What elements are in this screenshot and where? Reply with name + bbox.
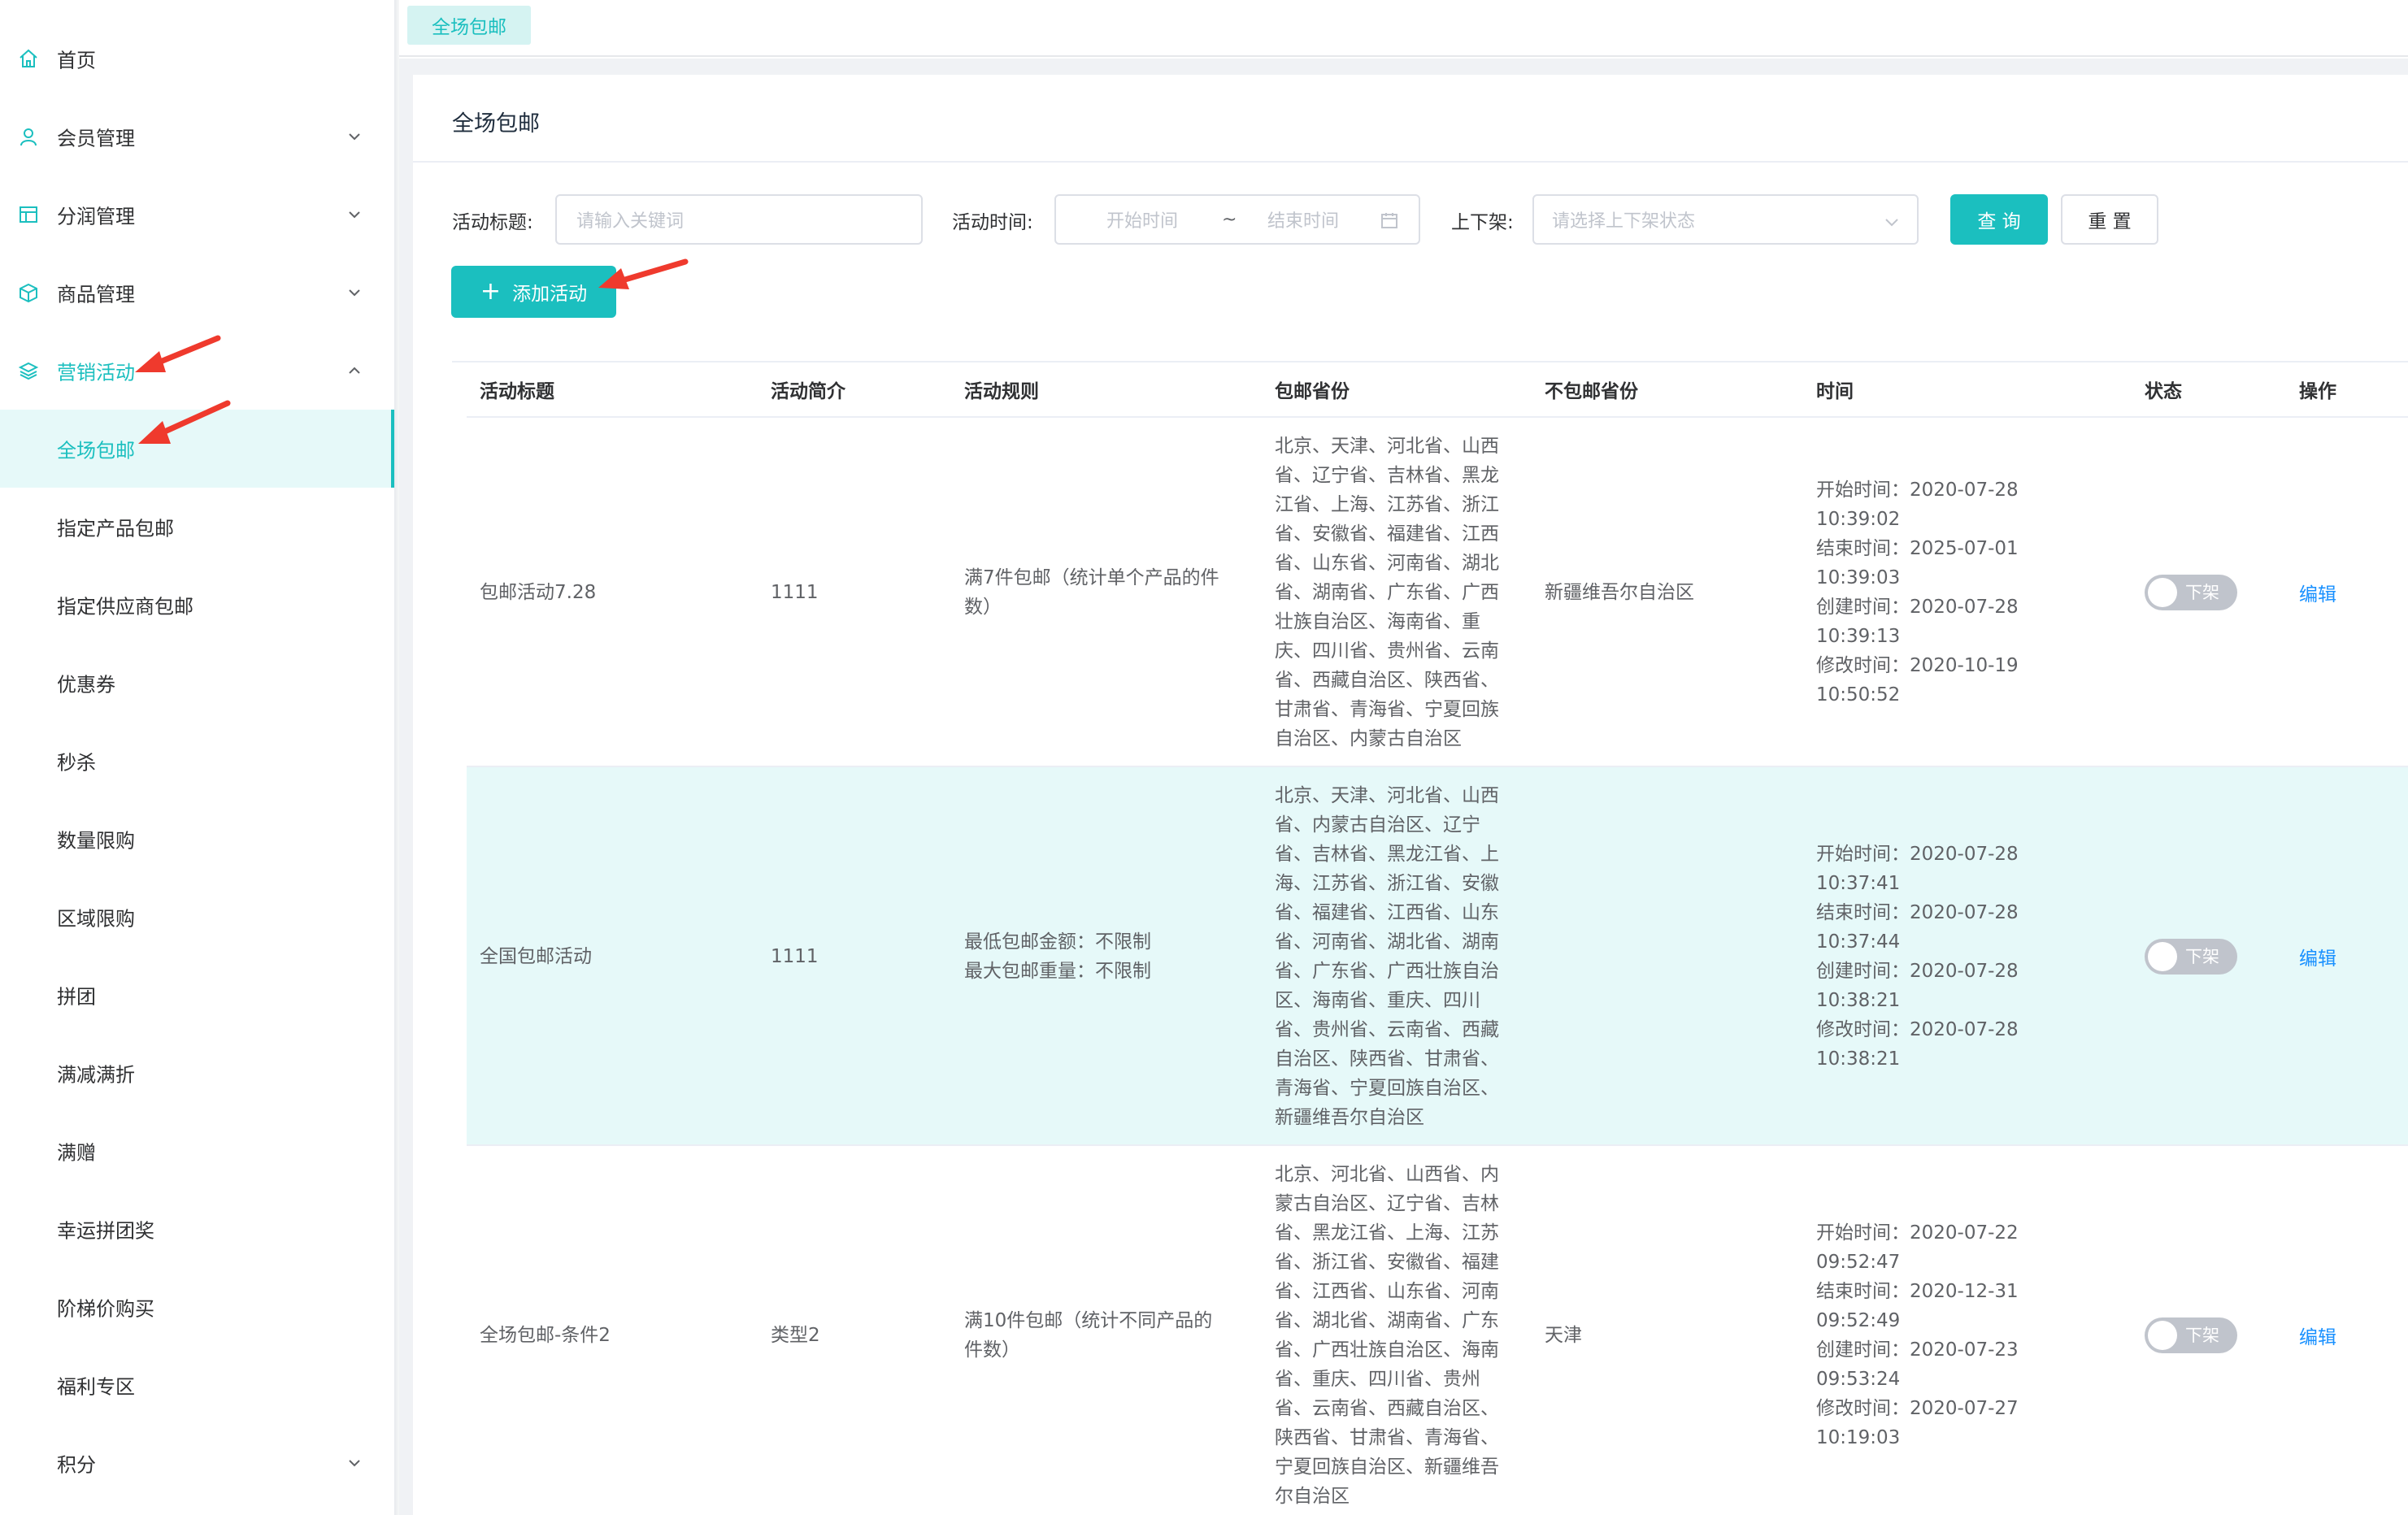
annotation-overlay xyxy=(135,258,689,444)
annotation-arrow xyxy=(135,335,221,372)
annotation-arrow xyxy=(138,400,231,444)
annotation-arrow xyxy=(598,258,689,289)
